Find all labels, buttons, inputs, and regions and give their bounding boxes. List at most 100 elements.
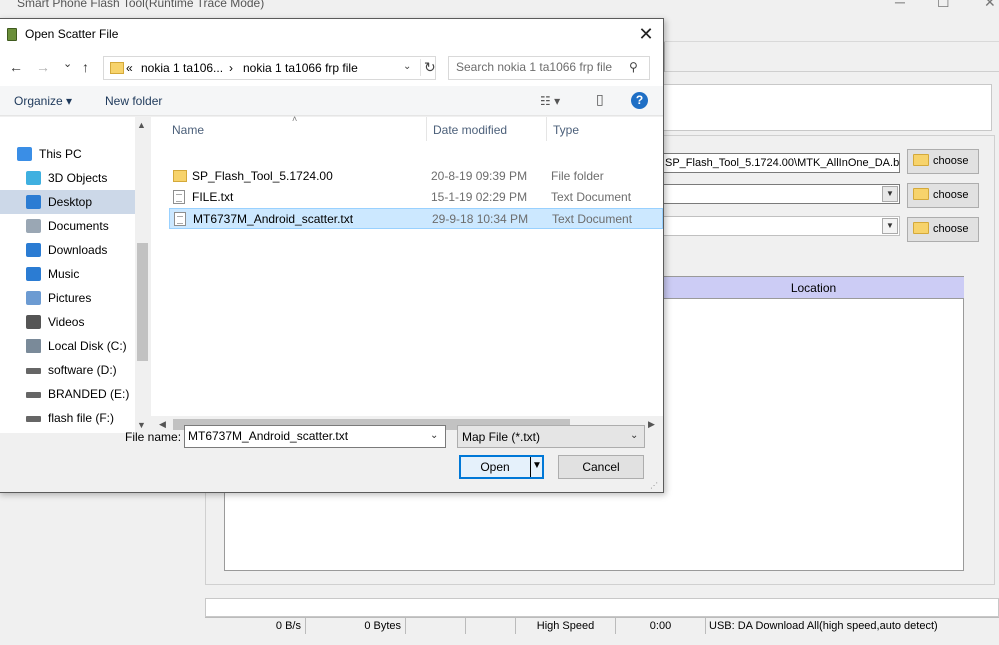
minimize-icon[interactable]: ─ (895, 0, 905, 10)
search-box[interactable]: ⚲ (448, 56, 650, 80)
nav-item[interactable]: 3D Objects (0, 166, 135, 190)
download-agent-path: SP_Flash_Tool_5.1724.00\MTK_AllInOne_DA.… (665, 157, 900, 169)
split-divider (530, 457, 531, 477)
file-row[interactable]: MT6737M_Android_scatter.txt 29-9-18 10:34… (169, 208, 663, 229)
nav-item[interactable]: This PC (0, 142, 135, 166)
open-button[interactable]: Open ▼ (459, 455, 544, 479)
scroll-up-icon[interactable]: ▲ (137, 120, 146, 130)
app-banner (660, 84, 992, 131)
nav-scrollbar[interactable]: ▲ ▼ (135, 117, 150, 433)
scroll-down-icon[interactable]: ▼ (137, 420, 146, 430)
forward-arrow-icon[interactable]: → (36, 59, 50, 75)
status-usb: USB: DA Download All(high speed,auto det… (709, 620, 938, 632)
open-options-dropdown-icon[interactable]: ▼ (532, 460, 542, 471)
status-empty-1 (406, 618, 466, 634)
chevron-down-icon[interactable]: ⌄ (430, 430, 438, 441)
file-row[interactable]: FILE.txt 15-1-19 02:29 PM Text Document (169, 187, 663, 208)
auth-file-combo[interactable]: ▼ (662, 216, 900, 236)
organize-button[interactable]: Organize ▾ (14, 94, 72, 108)
file-date: 20-8-19 09:39 PM (431, 169, 528, 183)
new-folder-button[interactable]: New folder (105, 94, 162, 108)
column-header-date[interactable]: Date modified (433, 123, 507, 137)
nav-item[interactable]: Music (0, 262, 135, 286)
nav-item[interactable]: Pictures (0, 286, 135, 310)
breadcrumb-separator[interactable]: › (229, 61, 233, 75)
documents-icon (26, 219, 41, 233)
choose-label: choose (933, 155, 969, 167)
choose-label: choose (933, 223, 969, 235)
status-bar: 0 B/s 0 Bytes High Speed 0:00 USB: DA Do… (205, 617, 999, 634)
status-speed: 0 B/s (205, 618, 306, 634)
status-mode: High Speed (516, 618, 616, 634)
file-row[interactable]: SP_Flash_Tool_5.1724.00 20-8-19 09:39 PM F… (169, 166, 663, 187)
back-arrow-icon[interactable]: ← (9, 59, 23, 75)
column-header-name[interactable]: Name (172, 123, 204, 137)
help-icon[interactable]: ? (631, 92, 648, 109)
navigation-bar: ← → ⌄ ↑ « nokia 1 ta106... › nokia 1 ta1… (0, 50, 663, 86)
column-divider[interactable] (426, 117, 427, 141)
desktop-icon (26, 195, 41, 209)
view-options-icon[interactable]: ☷ ▾ (540, 94, 560, 108)
scatter-file-combo[interactable]: ▼ (662, 184, 900, 204)
address-bar[interactable]: « nokia 1 ta106... › nokia 1 ta1066 frp … (103, 56, 436, 80)
navigation-pane: This PC 3D Objects Desktop Documents Downloa… (0, 117, 150, 433)
breadcrumb-current[interactable]: nokia 1 ta1066 frp file (243, 61, 358, 75)
nav-item[interactable]: BRANDED (E:) (0, 382, 135, 406)
breadcrumb-overflow[interactable]: « (126, 61, 133, 75)
close-icon[interactable]: ✕ (984, 0, 996, 11)
location-column-header[interactable]: Location (662, 277, 964, 299)
open-scatter-file-dialog: Open Scatter File ✕ ← → ⌄ ↑ « nokia 1 ta… (0, 18, 664, 493)
choose-scatter-button[interactable]: choose (907, 183, 979, 208)
nav-item-label: Local Disk (C:) (48, 339, 127, 353)
scroll-left-icon[interactable]: ◀ (159, 419, 166, 430)
chevron-down-icon[interactable]: ▼ (882, 186, 898, 202)
column-divider[interactable] (546, 117, 547, 141)
search-input[interactable] (456, 60, 626, 74)
close-icon[interactable]: ✕ (635, 23, 657, 45)
file-type-value: Map File (*.txt) (462, 430, 541, 444)
music-icon (26, 267, 41, 281)
search-icon[interactable]: ⚲ (629, 60, 638, 74)
nav-item[interactable]: software (D:) (0, 358, 135, 382)
nav-item[interactable]: Downloads (0, 238, 135, 262)
chevron-down-icon[interactable]: ⌄ (630, 430, 638, 441)
sort-ascending-icon: ˄ (292, 114, 298, 124)
dialog-titlebar[interactable]: Open Scatter File ✕ (0, 19, 663, 50)
file-date: 29-9-18 10:34 PM (432, 212, 529, 226)
download-agent-field[interactable]: SP_Flash_Tool_5.1724.00\MTK_AllInOne_DA.… (662, 153, 900, 173)
folder-icon (173, 170, 187, 182)
nav-item-label: Videos (48, 315, 85, 329)
maximize-icon[interactable]: ☐ (937, 0, 950, 11)
folder-icon (110, 62, 124, 74)
file-type-select[interactable]: Map File (*.txt) ⌄ (457, 425, 645, 448)
nav-scroll-thumb[interactable] (137, 243, 148, 361)
progress-bar (205, 598, 999, 617)
scroll-right-icon[interactable]: ▶ (648, 419, 655, 430)
breadcrumb-parent[interactable]: nokia 1 ta106... (141, 61, 223, 75)
app-title: Smart Phone Flash Tool(Runtime Trace Mod… (17, 0, 265, 10)
refresh-icon[interactable]: ↻ (420, 59, 436, 76)
cancel-button[interactable]: Cancel (558, 455, 644, 479)
choose-auth-button[interactable]: choose (907, 217, 979, 242)
chevron-down-icon[interactable]: ⌄ (403, 61, 411, 72)
downloads-icon (26, 243, 41, 257)
recent-locations-icon[interactable]: ⌄ (63, 57, 72, 70)
nav-item[interactable]: Local Disk (C:) (0, 334, 135, 358)
nav-item[interactable]: Videos (0, 310, 135, 334)
nav-item[interactable]: Documents (0, 214, 135, 238)
column-header-type[interactable]: Type (553, 123, 579, 137)
up-arrow-icon[interactable]: ↑ (82, 59, 89, 75)
file-name: SP_Flash_Tool_5.1724.00 (192, 169, 333, 183)
file-name-combo[interactable]: ⌄ (184, 425, 446, 448)
nav-item[interactable]: flash file (F:) (0, 406, 135, 430)
dialog-toolbar: Organize ▾ New folder ☷ ▾ ▯ ? (0, 86, 663, 116)
nav-item[interactable]: Desktop (0, 190, 135, 214)
file-list: ˄ Name Date modified Type SP_Flash_Tool_… (151, 114, 663, 433)
resize-grip-icon[interactable]: ⋰ (650, 481, 658, 490)
choose-da-button[interactable]: choose (907, 149, 979, 174)
chevron-down-icon[interactable]: ▼ (882, 218, 898, 234)
preview-pane-icon[interactable]: ▯ (596, 91, 604, 108)
file-name-label: File name: (125, 430, 182, 444)
file-name-input[interactable] (188, 429, 426, 443)
file-type: Text Document (552, 212, 633, 226)
